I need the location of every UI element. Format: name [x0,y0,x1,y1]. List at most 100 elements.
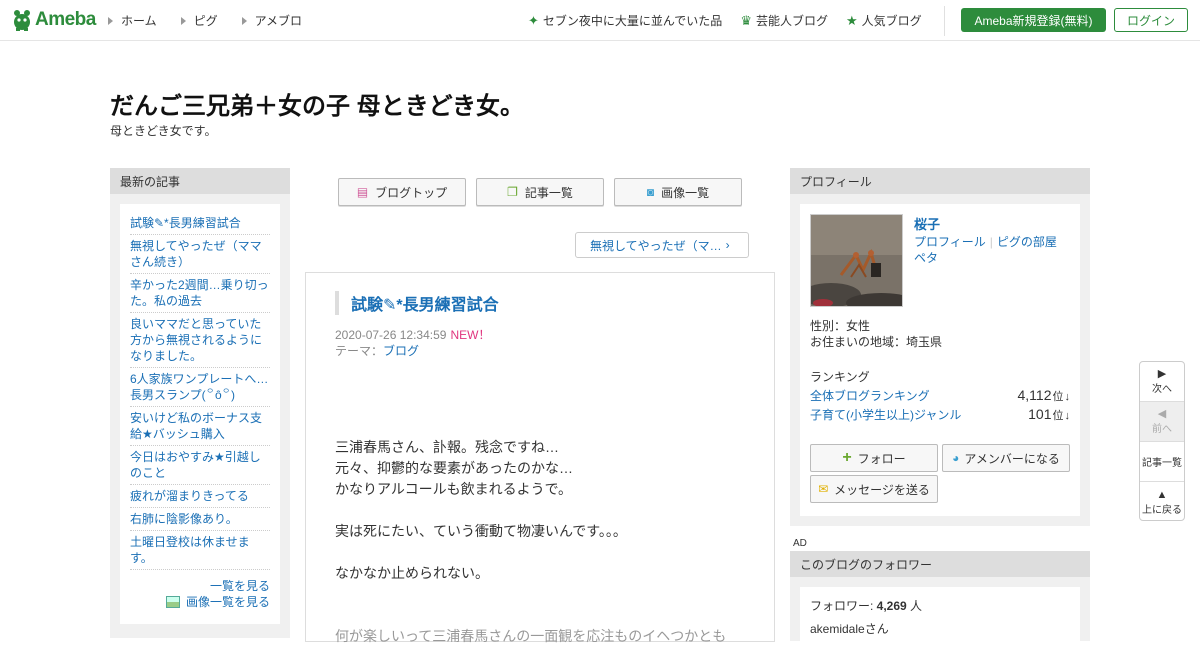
body-line [335,605,755,626]
ranking-heading: ランキング [810,370,870,384]
article-theme: テーマ：ブログ [335,342,419,359]
ameba-logo[interactable]: Ameba [12,8,96,32]
nav-ameblo[interactable]: アメブロ [241,12,303,29]
profile-avatar[interactable] [810,214,903,307]
celebrity-blog-link[interactable]: ♛ 芸能人ブログ [740,12,828,29]
ranking-overall-value: 4,112位↓ [1018,387,1071,404]
recent-article-link[interactable]: 疲れが溜まりきってる [130,485,270,508]
body-line [335,584,755,605]
triangle-right-icon [180,16,186,25]
article-date: 2020-07-26 12:34:59 [335,328,447,342]
recent-article-link[interactable]: 辛かった2週間…乗り切った。私の過去 [130,274,270,313]
profile-gender: 性別：女性 [810,319,871,333]
prev-label: 前へ [1152,424,1172,435]
ranking-trend-icon: ↓ [1064,410,1071,422]
trending-link[interactable]: ✦ セブン夜中に大量に並んでいた品 [528,12,722,29]
image-list-link[interactable]: 画像一覧を見る [186,594,270,610]
pig-room-link[interactable]: ピグの部屋 [997,235,1057,249]
recent-article-link[interactable]: 土曜日登校は休ませます。 [130,531,270,570]
nav-home-label: ホーム [121,14,157,28]
next-label: 次へ [1152,384,1172,395]
message-button[interactable]: ✉ メッセージを送る [810,475,938,503]
chat-bubble-icon: ◕ [952,451,960,465]
next-article-button[interactable]: 無視してやったぜ（マ… › [575,232,749,258]
recent-article-link[interactable]: 安いけど私のボーナス支給★バッシュ購入 [130,407,270,446]
ranking-genre-link[interactable]: 子育て(小学生以上)ジャンル [810,406,961,423]
prev-button[interactable]: ◀ 前へ [1140,402,1184,442]
theme-prefix: テーマ： [335,344,384,358]
copy-document-icon: ❐ [507,185,518,199]
tab-article-list-label: 記事一覧 [524,185,573,200]
article-list-link[interactable]: 一覧を見る [210,579,270,593]
next-button[interactable]: ▶ 次へ [1140,362,1184,402]
document-icon: ▤ [356,185,369,199]
followers-heading: このブログのフォロワー [790,551,1090,577]
triangle-right-icon [108,16,113,25]
article-entry: 試験✎*長男練習試合 2020-07-26 12:34:59 NEW！ テーマ：ブ… [305,272,775,644]
profile-link[interactable]: プロフィール [914,235,986,249]
trending-label: セブン夜中に大量に並んでいた品 [542,14,723,28]
follow-label: フォロー [857,451,906,466]
article-list-label: 記事一覧 [1142,458,1182,469]
nav-ameblo-label: アメブロ [254,14,303,28]
ranking-number: 101 [1028,406,1052,422]
triangle-right-icon [241,16,247,25]
theme-link[interactable]: ブログ [383,344,419,358]
ranking-number: 4,112 [1017,387,1052,403]
tab-image-list[interactable]: ◙ 画像一覧 [614,178,742,206]
follower-name[interactable]: akemidaleさん [810,620,1070,637]
celebrity-blog-label: 芸能人ブログ [755,14,828,28]
follower-prefix: フォロワー: [810,599,877,613]
blog-title[interactable]: だんご三兄弟＋女の子 母ときどき女。 [110,86,524,121]
popular-blog-label: 人気ブログ [861,14,922,28]
login-button[interactable]: ログイン [1114,8,1188,32]
amember-button[interactable]: ◕ アメンバーになる [942,444,1070,472]
back-to-top-button[interactable]: ▲ 上に戻る [1140,482,1184,522]
recent-article-link[interactable]: 無視してやったぜ（ママさん続き） [130,235,270,274]
ranking-overall-link[interactable]: 全体ブログランキング [810,387,930,404]
nav-home[interactable]: ホーム [108,12,157,29]
play-left-icon: ◀ [1157,408,1167,420]
popular-blog-link[interactable]: ★ 人気ブログ [846,12,922,29]
tab-article-list[interactable]: ❐ 記事一覧 [476,178,604,206]
tab-blog-top[interactable]: ▤ ブログトップ [338,178,466,206]
back-to-top-label: 上に戻る [1142,504,1182,516]
peta-link[interactable]: ペタ [914,251,938,265]
profile-panel: プロフィール 桜子 プロフィール | ピグの部屋 ペタ 性別：女性 お住まいの地域： [790,168,1090,526]
recent-article-link[interactable]: 6人家族ワンプレートへ…長男スランプ(꒪ȏ꒪) [130,368,270,407]
article-list-button[interactable]: 記事一覧 [1140,442,1184,482]
header-divider [944,6,945,36]
global-nav: ホーム ピグ アメブロ [108,12,326,29]
article-title[interactable]: 試験✎*長男練習試合 [335,291,499,315]
envelope-icon: ✉ [818,482,829,496]
follower-count: 4,269 [876,599,907,613]
register-button[interactable]: Ameba新規登録(無料) [961,8,1106,32]
plus-icon: + [842,449,852,466]
recent-article-link[interactable]: 試験✎*長男練習試合 [130,212,270,235]
recent-article-link[interactable]: 右肺に陰影像あり。 [130,508,270,531]
nav-pig[interactable]: ピグ [180,12,218,29]
nav-pig-label: ピグ [193,14,218,28]
article-body: 三浦春馬さん、訃報。残念ですね… 元々、抑鬱的な要素があったのかな… かなりアル… [335,437,755,647]
profile-box: 桜子 プロフィール | ピグの部屋 ペタ 性別：女性 お住まいの地域：埼玉県 ランキ… [800,204,1080,516]
tab-blog-top-label: ブログトップ [375,185,448,200]
avatar-photo [811,215,902,306]
article-meta: 2020-07-26 12:34:59 NEW！ [335,326,490,343]
recent-article-link[interactable]: 今日はおやすみ★引越しのこと [130,446,270,485]
profile-name[interactable]: 桜子 [914,214,940,233]
crown-icon: ♛ [740,12,752,28]
body-line: かなりアルコールも飲まれるようで。 [335,481,573,497]
ad-label: AD [793,538,807,549]
followers-panel: このブログのフォロワー フォロワー: 4,269 人 akemidaleさん [790,551,1090,647]
recent-article-link[interactable]: 良いママだと思っていた方から無視されるようになりました。 [130,313,270,368]
body-line [335,500,755,521]
body-line [335,542,755,563]
recent-articles-heading: 最新の記事 [110,168,290,194]
sparkle-icon: ✦ [528,12,539,28]
body-line: 実は死にたい、ていう衝動て物凄いんです。。。 [335,523,627,539]
profile-location: お住まいの地域：埼玉県 [810,335,943,349]
message-label: メッセージを送る [834,482,930,497]
triangle-up-icon: ▲ [1156,488,1168,501]
follow-button[interactable]: + フォロー [810,444,938,472]
link-separator: | [989,235,993,249]
